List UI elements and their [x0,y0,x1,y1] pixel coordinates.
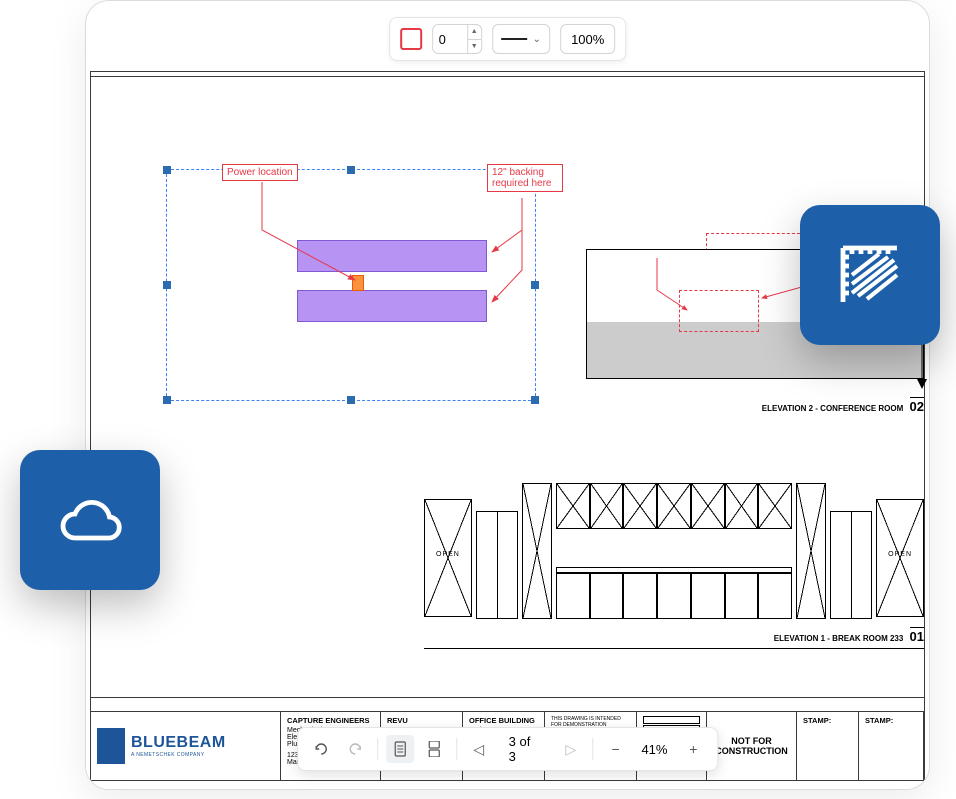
resize-handle-sw[interactable] [163,396,171,404]
single-page-button[interactable] [386,735,414,763]
zoom-value: 41% [635,742,673,757]
fridge-left [476,511,518,619]
purple-shelf-top[interactable] [297,240,487,272]
elev1-num: 01 [910,627,924,644]
page-indicator: 3 of 3 [499,734,551,764]
elev1-title: ELEVATION 1 - BREAK ROOM 233 01 [664,627,924,644]
tb-stamp-2-hdr: STAMP: [865,716,917,725]
tb-notfor: NOT FOR CONSTRUCTION [707,712,797,780]
dashed-panel [679,290,759,332]
rectangle-tool-icon[interactable] [400,28,422,50]
resize-handle-s[interactable] [347,396,355,404]
open-panel-left [424,499,472,617]
open-label-right: OPEN [888,551,912,558]
zoom-in-button[interactable]: + [679,735,707,763]
tb-stamp-1: STAMP: [797,712,859,780]
callout-power-location[interactable]: Power location [222,164,298,181]
tb-stamp-2: STAMP: [859,712,924,780]
elev2-label: ELEVATION 2 - CONFERENCE ROOM [762,404,904,413]
redo-button[interactable] [342,735,370,763]
annotation-toolbar: ▲ ▼ ⌄ 100% [389,17,627,61]
title-block-logo: BLUEBEAM A NEMETSCHEK COMPANY [91,712,281,780]
open-label-left: OPEN [436,551,460,558]
tall-cabinet-right [796,483,826,619]
logo-text: BLUEBEAM [131,734,226,752]
tb-stamp-1-hdr: STAMP: [803,716,852,725]
grid-snap-icon [834,239,906,311]
resize-handle-n[interactable] [347,166,355,174]
toolbar-separator [456,738,457,760]
selection-bounds[interactable]: Power location 12" backing required here [166,169,536,401]
upper-cabinets [556,483,792,529]
callout-arrows [167,170,535,400]
resize-handle-nw[interactable] [163,166,171,174]
cloud-tile[interactable] [20,450,160,590]
open-panel-right [876,499,924,617]
next-page-button[interactable]: ▷ [557,735,585,763]
tb-office-hdr: OFFICE BUILDING [469,716,538,725]
chevron-down-icon: ⌄ [533,34,541,45]
prev-page-button[interactable]: ◁ [465,735,493,763]
cloud-icon [54,484,126,556]
undo-button[interactable] [308,735,336,763]
bluebeam-mark-icon [97,728,125,764]
stroke-down-stepper[interactable]: ▼ [468,40,481,54]
line-sample-icon [501,38,527,40]
toolbar-separator [593,738,594,760]
callout-backing-required[interactable]: 12" backing required here [487,164,563,192]
resize-handle-se[interactable] [531,396,539,404]
app-window: ▲ ▼ ⌄ 100% Power loca [85,0,930,790]
stroke-width-input[interactable]: ▲ ▼ [432,24,482,54]
stroke-width-field[interactable] [433,25,467,53]
tall-cabinet-left [522,483,552,619]
zoom-out-button[interactable]: − [602,735,630,763]
power-outlet-marker[interactable] [352,275,364,291]
toolbar-separator [377,738,378,760]
elev1-label: ELEVATION 1 - BREAK ROOM 233 [774,634,904,643]
grid-tile[interactable] [800,205,940,345]
resize-handle-w[interactable] [163,281,171,289]
base-cabinets [556,573,792,619]
continuous-page-button[interactable] [420,735,448,763]
resize-handle-e[interactable] [531,281,539,289]
tb-capture-hdr: CAPTURE ENGINEERS [287,716,374,725]
elevation-breakroom: OPEN OPEN [424,469,924,649]
purple-shelf-bottom[interactable] [297,290,487,322]
elev2-num: 02 [910,397,924,414]
fridge-right [830,511,872,619]
drawing-canvas[interactable]: Power location 12" backing required here… [86,59,929,789]
viewer-toolbar: ◁ 3 of 3 ▷ − 41% + [297,727,719,771]
elev2-title: ELEVATION 2 - CONFERENCE ROOM 02 [664,397,924,414]
stroke-up-stepper[interactable]: ▲ [468,25,481,40]
zoom-display-top[interactable]: 100% [560,24,615,54]
line-style-dropdown[interactable]: ⌄ [492,24,550,54]
logo-subtext: A NEMETSCHEK COMPANY [131,752,226,758]
